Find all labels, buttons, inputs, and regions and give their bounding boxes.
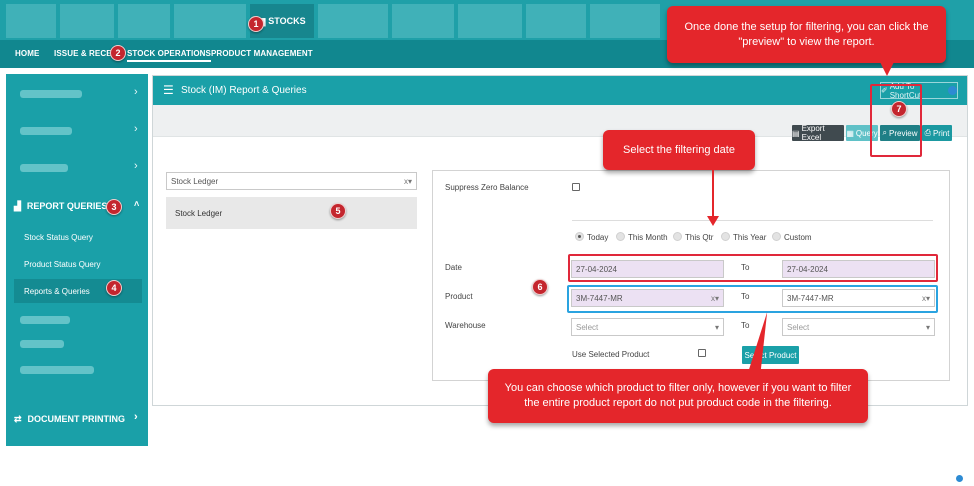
report-option-stock-ledger[interactable]: Stock Ledger: [166, 197, 417, 229]
export-excel-label: Export Excel: [801, 124, 825, 142]
step-badge-6: 6: [532, 279, 548, 295]
loading-indicator-icon: [956, 475, 963, 482]
period-label-today: Today: [587, 233, 609, 242]
divider: [572, 220, 933, 221]
warehouse-label: Warehouse: [445, 321, 486, 330]
product-label: Product: [445, 292, 473, 301]
sidebar-section-label: DOCUMENT PRINTING: [27, 414, 126, 424]
sidebar-item-blurred[interactable]: [20, 366, 94, 374]
step-badge-7: 7: [891, 101, 907, 117]
use-selected-product-label: Use Selected Product: [572, 350, 650, 359]
module-tab-blurred[interactable]: [526, 4, 586, 38]
report-type-select[interactable]: Stock Ledger x▾: [166, 172, 417, 190]
chevron-down-icon: ▾: [925, 322, 930, 332]
page-title: Stock (IM) Report & Queries: [181, 85, 307, 96]
sidebar-item-blurred[interactable]: [20, 127, 72, 135]
period-radio-today[interactable]: [575, 232, 584, 241]
module-tab-blurred[interactable]: [118, 4, 170, 38]
to-label: To: [741, 321, 750, 330]
period-label-this-month: This Month: [628, 233, 668, 242]
step-badge-3: 3: [106, 199, 122, 215]
hamburger-icon[interactable]: ☰: [163, 83, 174, 97]
sidebar-section-document-printing[interactable]: ⇄ DOCUMENT PRINTING ›: [14, 411, 142, 426]
callout-date: Select the filtering date: [603, 130, 755, 170]
sidebar-section-label: REPORT QUERIES: [26, 201, 108, 211]
sidebar: › › › ▟ REPORT QUERIES ˄ Stock Status Qu…: [6, 74, 148, 446]
print-button[interactable]: ⎙ Print: [922, 125, 952, 141]
callout-date-text: Select the filtering date: [623, 143, 735, 156]
print-label: Print: [932, 128, 950, 138]
warehouse-from-select[interactable]: Select ▾: [571, 318, 724, 336]
callout-preview: Once done the setup for filtering, you c…: [667, 6, 946, 63]
step-badge-2: 2: [110, 45, 126, 61]
warehouse-to-value: Select: [787, 322, 810, 332]
report-type-value: Stock Ledger: [171, 176, 219, 186]
printer-icon: ⎙: [924, 128, 931, 137]
callout-pointer: [880, 62, 894, 76]
product-row-highlight: [567, 285, 938, 313]
module-tab-blurred[interactable]: [458, 4, 522, 38]
bar-chart-icon: ▟: [14, 200, 21, 211]
preview-highlight: [870, 84, 922, 157]
period-radio-this-month[interactable]: [616, 232, 625, 241]
step-badge-4: 4: [106, 280, 122, 296]
warehouse-from-value: Select: [576, 322, 599, 332]
sidebar-item-blurred[interactable]: [20, 316, 70, 324]
use-selected-product-checkbox[interactable]: [698, 349, 706, 357]
subnav-stock-operations[interactable]: STOCK OPERATIONS: [127, 49, 211, 62]
date-row-highlight: [568, 254, 938, 282]
sidebar-item-reports-queries[interactable]: Reports & Queries: [14, 279, 142, 303]
period-label-this-qtr: This Qtr: [685, 233, 714, 242]
date-label: Date: [445, 263, 462, 272]
callout-preview-text: Once done the setup for filtering, you c…: [684, 20, 929, 48]
period-radio-custom[interactable]: [772, 232, 781, 241]
report-toolbar: ▤ Export Excel ▦ Query ⌕ Preview ⎙ Print: [153, 105, 967, 142]
file-excel-icon: ▤: [792, 128, 800, 138]
report-panel: ☰ Stock (IM) Report & Queries ✐ Add To S…: [152, 75, 968, 406]
chevron-right-icon: ›: [134, 411, 138, 423]
step-badge-5: 5: [330, 203, 346, 219]
module-tab-blurred[interactable]: [6, 4, 56, 38]
step-badge-1: 1: [248, 16, 264, 32]
sidebar-item-label: Reports & Queries: [24, 286, 90, 296]
export-excel-button[interactable]: ▤ Export Excel: [792, 124, 844, 142]
module-tab-blurred[interactable]: [590, 4, 660, 38]
module-tab-blurred[interactable]: [392, 4, 454, 38]
module-tab-blurred[interactable]: [318, 4, 388, 38]
callout-pointer: [707, 216, 719, 226]
chevron-right-icon: ›: [134, 123, 138, 135]
sidebar-item-stock-status-query[interactable]: Stock Status Query: [24, 233, 93, 242]
module-tab-blurred[interactable]: [60, 4, 114, 38]
clear-dropdown-icon[interactable]: x▾: [404, 177, 412, 186]
callout-connector: [712, 170, 714, 220]
period-label-custom: Custom: [784, 233, 812, 242]
sidebar-item-product-status-query[interactable]: Product Status Query: [24, 260, 100, 269]
swap-arrows-icon: ⇄: [14, 413, 22, 424]
chevron-down-icon: ▾: [714, 322, 719, 332]
table-icon: ▦: [846, 128, 854, 138]
warehouse-to-select[interactable]: Select ▾: [782, 318, 935, 336]
chevron-up-icon: ˄: [134, 199, 140, 209]
period-label-this-year: This Year: [733, 233, 767, 242]
subnav-product-management[interactable]: PRODUCT MANAGEMENT: [211, 49, 313, 58]
callout-product: You can choose which product to filter o…: [488, 369, 868, 423]
period-radio-this-year[interactable]: [721, 232, 730, 241]
suppress-zero-balance-checkbox[interactable]: [572, 183, 580, 191]
subnav-home[interactable]: HOME: [15, 49, 39, 58]
callout-product-text: You can choose which product to filter o…: [504, 382, 852, 409]
sidebar-item-blurred[interactable]: [20, 340, 64, 348]
chevron-right-icon: ›: [134, 160, 138, 172]
notification-dot-icon: [948, 86, 957, 95]
module-tab-stocks-label: STOCKS: [268, 16, 306, 26]
sidebar-item-blurred[interactable]: [20, 90, 82, 98]
module-tab-blurred[interactable]: [174, 4, 246, 38]
suppress-zero-balance-label: Suppress Zero Balance: [445, 183, 529, 192]
report-option-label: Stock Ledger: [175, 208, 223, 218]
chevron-right-icon: ›: [134, 86, 138, 98]
period-radio-this-qtr[interactable]: [673, 232, 682, 241]
sidebar-item-blurred[interactable]: [20, 164, 68, 172]
panel-header: ☰ Stock (IM) Report & Queries ✐ Add To S…: [153, 76, 967, 105]
